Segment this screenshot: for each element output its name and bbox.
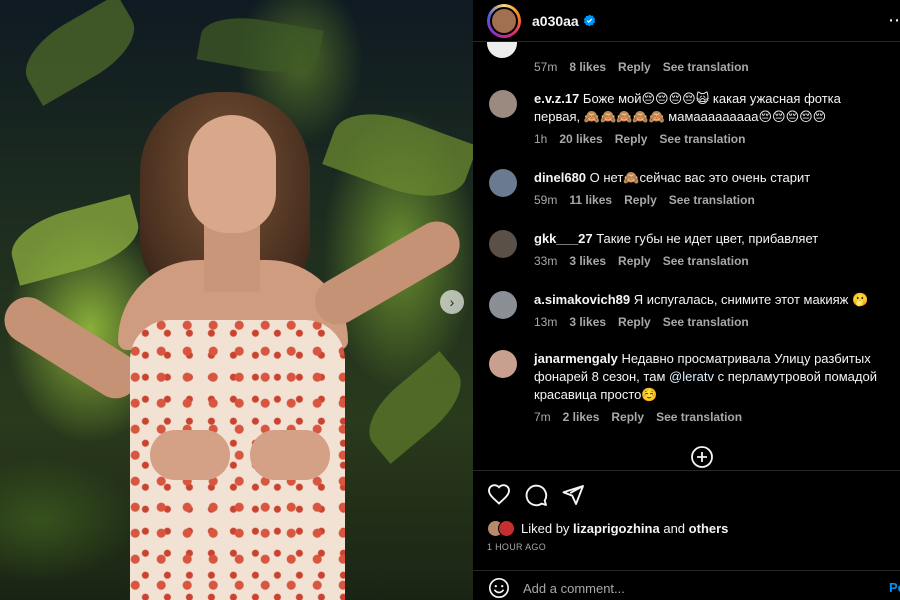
reply-button[interactable]: Reply bbox=[624, 193, 657, 207]
person-left-hand bbox=[150, 430, 230, 480]
comment-username[interactable]: dinel680 bbox=[534, 170, 586, 185]
comment-meta-row: 57m 8 likes Reply See translation bbox=[473, 54, 900, 74]
verified-badge-icon bbox=[583, 14, 595, 27]
comment-text: О нет🙈сейчас вас это очень старит bbox=[589, 170, 811, 185]
avatar[interactable] bbox=[489, 230, 517, 258]
comment-username[interactable]: janarmengaly bbox=[534, 351, 618, 366]
comment-time: 57m bbox=[534, 60, 558, 74]
comment-item: janarmengaly Недавно просматривала Улицу… bbox=[473, 350, 900, 424]
plus-circle-icon[interactable] bbox=[690, 445, 714, 469]
reply-button[interactable]: Reply bbox=[618, 60, 651, 74]
comment-time: 33m bbox=[534, 254, 558, 268]
reply-button[interactable]: Reply bbox=[615, 132, 648, 146]
comment-likes[interactable]: 3 likes bbox=[569, 254, 606, 268]
liked-by-and: and bbox=[663, 521, 686, 536]
post-button[interactable]: Po bbox=[889, 580, 900, 595]
person-right-arm bbox=[306, 213, 469, 333]
comment-likes[interactable]: 8 likes bbox=[569, 60, 606, 74]
post-timestamp[interactable]: 1 HOUR AGO bbox=[487, 542, 546, 552]
comment-username[interactable]: gkk___27 bbox=[534, 231, 593, 246]
liked-by-username[interactable]: lizaprigozhina bbox=[573, 521, 660, 536]
person-face bbox=[188, 115, 276, 233]
reply-button[interactable]: Reply bbox=[618, 254, 651, 268]
reply-button[interactable]: Reply bbox=[618, 315, 651, 329]
comment-text: Я испугалась, снимите этот макияж 🫢 bbox=[633, 292, 869, 307]
see-translation-button[interactable]: See translation bbox=[659, 132, 745, 146]
avatar[interactable] bbox=[487, 3, 521, 38]
comment-text: Такие губы не идет цвет, прибавляет bbox=[596, 231, 819, 246]
chevron-right-icon[interactable]: › bbox=[440, 290, 464, 314]
comments-list[interactable]: 57m 8 likes Reply See translation e.v.z.… bbox=[473, 42, 900, 470]
reply-button[interactable]: Reply bbox=[611, 410, 644, 424]
comment-item: e.v.z.17 Боже мой😔😔😔😔🙀 какая ужасная фот… bbox=[473, 90, 900, 146]
post-side-panel: a030aa ⋯ 57m 8 likes Reply See translati… bbox=[473, 0, 900, 600]
add-comment-bar: Po bbox=[473, 570, 900, 600]
avatar[interactable] bbox=[489, 350, 517, 378]
post-header: a030aa ⋯ bbox=[473, 0, 900, 42]
comment-time: 1h bbox=[534, 132, 548, 146]
see-translation-button[interactable]: See translation bbox=[663, 315, 749, 329]
comment-icon[interactable] bbox=[524, 483, 548, 507]
comment-item: gkk___27 Такие губы не идет цвет, прибав… bbox=[473, 230, 900, 268]
comment-username[interactable]: e.v.z.17 bbox=[534, 91, 579, 106]
comment-username[interactable]: a.simakovich89 bbox=[534, 292, 630, 307]
post-actions: Liked by lizaprigozhina and others 1 HOU… bbox=[473, 470, 900, 562]
comment-likes[interactable]: 20 likes bbox=[559, 132, 602, 146]
comment-input[interactable] bbox=[523, 577, 863, 599]
see-translation-button[interactable]: See translation bbox=[669, 193, 755, 207]
see-translation-button[interactable]: See translation bbox=[656, 410, 742, 424]
emoji-icon[interactable] bbox=[488, 577, 510, 599]
avatar[interactable] bbox=[489, 291, 517, 319]
comment-time: 13m bbox=[534, 315, 558, 329]
liked-by-row: Liked by lizaprigozhina and others bbox=[487, 520, 728, 537]
user-mention-link[interactable]: @leratv bbox=[669, 369, 714, 384]
liked-by-prefix: Liked by bbox=[521, 521, 570, 536]
avatar[interactable] bbox=[489, 169, 517, 197]
see-translation-button[interactable]: See translation bbox=[663, 254, 749, 268]
comment-likes[interactable]: 2 likes bbox=[563, 410, 600, 424]
send-icon[interactable] bbox=[561, 483, 585, 507]
heart-icon[interactable] bbox=[487, 483, 511, 507]
background-leaf bbox=[196, 9, 324, 81]
comment-likes[interactable]: 11 likes bbox=[569, 193, 612, 207]
comment-item: dinel680 О нет🙈сейчас вас это очень стар… bbox=[473, 169, 900, 207]
see-translation-button[interactable]: See translation bbox=[663, 60, 749, 74]
avatar[interactable] bbox=[489, 90, 517, 118]
comment-text: Боже мой😔😔😔😔🙀 какая ужасная фотка первая… bbox=[534, 91, 841, 124]
comment-time: 59m bbox=[534, 193, 558, 207]
background-leaf bbox=[355, 351, 473, 464]
post-photo[interactable]: › bbox=[0, 0, 473, 600]
comment-item: a.simakovich89 Я испугалась, снимите это… bbox=[473, 291, 900, 329]
comment-likes[interactable]: 3 likes bbox=[569, 315, 606, 329]
avatar[interactable] bbox=[498, 520, 515, 537]
person-right-hand bbox=[250, 430, 330, 480]
background-leaf bbox=[322, 98, 473, 212]
more-options-icon[interactable]: ⋯ bbox=[888, 10, 900, 31]
comment-time: 7m bbox=[534, 410, 551, 424]
liked-by-others-link[interactable]: others bbox=[689, 521, 729, 536]
background-leaf bbox=[4, 194, 146, 286]
background-leaf bbox=[13, 0, 147, 106]
post-author-username[interactable]: a030aa bbox=[532, 13, 579, 29]
